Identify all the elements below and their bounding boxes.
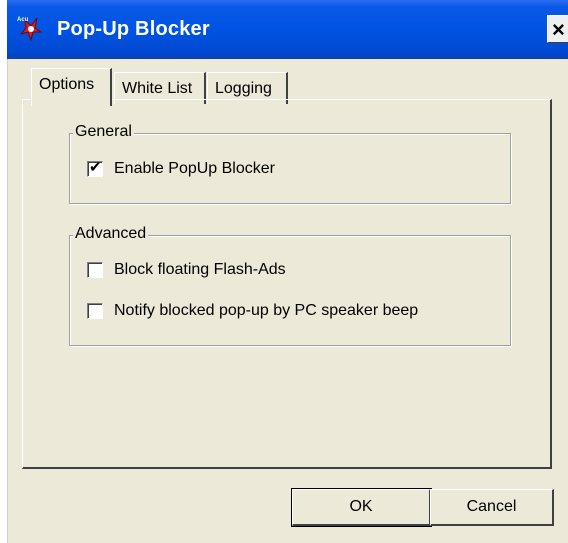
advanced-group-title: Advanced [73,225,149,243]
general-group-title: General [73,123,134,141]
enable-popup-blocker-label: Enable PopUp Blocker [114,160,275,177]
enable-popup-blocker-option[interactable]: ✔ Enable PopUp Blocker [87,159,275,179]
app-icon: Acu [17,17,43,42]
checkmark-icon: ✔ [89,159,102,176]
notify-beep-option[interactable]: Notify blocked pop-up by PC speaker beep [87,301,418,321]
block-flash-ads-option[interactable]: Block floating Flash-Ads [87,260,286,280]
tab-white-list-label: White List [122,80,193,97]
tab-logging-label: Logging [215,80,272,97]
notify-beep-label: Notify blocked pop-up by PC speaker beep [114,302,419,319]
cancel-button[interactable]: Cancel [430,489,554,526]
ok-button[interactable]: OK [291,488,432,527]
close-icon: × [552,17,565,42]
close-button[interactable]: × [547,15,568,43]
svg-text:Acu: Acu [17,17,29,23]
ok-button-label: OK [349,498,373,515]
tab-options[interactable]: Options [31,68,112,106]
notify-beep-checkbox[interactable] [87,303,103,319]
cancel-button-label: Cancel [466,498,517,515]
title-bar[interactable]: Acu Pop-Up Blocker × [7,0,568,59]
block-flash-ads-checkbox[interactable] [87,262,103,278]
enable-popup-blocker-checkbox[interactable]: ✔ [87,159,103,177]
tab-options-label: Options [39,76,95,93]
advanced-group [69,235,511,346]
block-flash-ads-label: Block floating Flash-Ads [114,261,286,278]
popup-blocker-window: Acu Pop-Up Blocker × Options White List … [0,0,568,543]
window-title: Pop-Up Blocker [57,18,210,40]
